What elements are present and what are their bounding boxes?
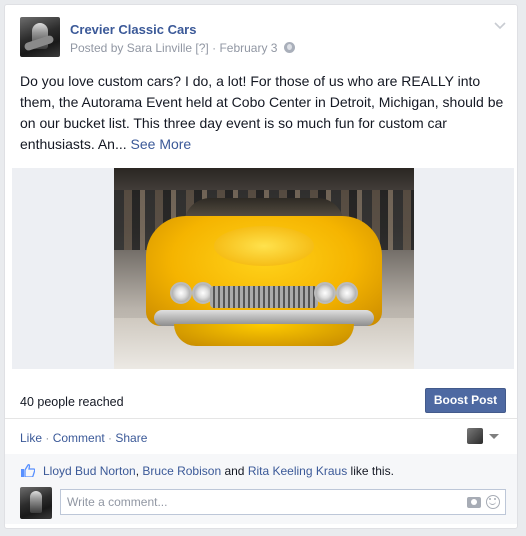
caret-down-icon[interactable] — [489, 434, 499, 439]
posted-by-link[interactable]: Posted by Sara Linville — [70, 41, 192, 55]
comment-link[interactable]: Comment — [53, 431, 105, 445]
post-text: Do you love custom cars? I do, a lot! Fo… — [20, 73, 504, 152]
page-name-link[interactable]: Crevier Classic Cars — [70, 22, 196, 37]
avatar-figure — [30, 491, 42, 513]
thumbs-up-icon — [21, 464, 35, 477]
post-actions: Like · Comment · Share — [20, 431, 147, 445]
see-more-link[interactable]: See More — [131, 136, 192, 152]
likes-and: and — [221, 464, 248, 478]
chevron-down-icon[interactable] — [494, 21, 506, 31]
camera-icon[interactable] — [467, 497, 481, 508]
likes-and-comments: Lloyd Bud Norton, Bruce Robison and Rita… — [5, 454, 517, 524]
action-separator: · — [42, 431, 53, 445]
page-avatar[interactable] — [20, 17, 60, 57]
liker-link[interactable]: Rita Keeling Kraus — [248, 464, 347, 478]
liker-link[interactable]: Bruce Robison — [142, 464, 221, 478]
car-hood — [214, 226, 314, 266]
comment-box — [60, 489, 506, 515]
likes-summary: Lloyd Bud Norton, Bruce Robison and Rita… — [43, 464, 394, 478]
post-date-link[interactable]: February 3 — [219, 41, 277, 55]
like-link[interactable]: Like — [20, 431, 42, 445]
post-header: Crevier Classic Cars Posted by Sara Linv… — [20, 17, 506, 59]
likes-suffix: like this. — [347, 464, 394, 478]
post-card: Crevier Classic Cars Posted by Sara Linv… — [4, 4, 518, 529]
car-headlamp — [314, 282, 336, 304]
divider — [5, 418, 517, 419]
car-grille — [210, 286, 318, 308]
share-as-avatar[interactable] — [467, 428, 483, 444]
action-separator: · — [104, 431, 116, 445]
commenter-avatar[interactable] — [20, 487, 52, 519]
globe-icon[interactable] — [283, 42, 295, 53]
help-marker[interactable]: [?] — [195, 41, 208, 55]
post-body: Do you love custom cars? I do, a lot! Fo… — [20, 71, 510, 155]
share-link[interactable]: Share — [115, 431, 147, 445]
reach-stats[interactable]: 40 people reached — [20, 395, 124, 409]
post-meta: Posted by Sara Linville [?] · February 3 — [70, 41, 295, 55]
car-headlamp — [336, 282, 358, 304]
comment-input[interactable] — [67, 493, 447, 511]
boost-post-button[interactable]: Boost Post — [425, 388, 506, 413]
post-photo[interactable] — [114, 168, 414, 369]
car-splitter — [174, 324, 354, 346]
car-headlamp — [170, 282, 192, 304]
photo-container — [12, 168, 514, 369]
meta-separator: · — [212, 41, 217, 55]
liker-link[interactable]: Lloyd Bud Norton — [43, 464, 136, 478]
smiley-icon[interactable] — [486, 495, 500, 509]
